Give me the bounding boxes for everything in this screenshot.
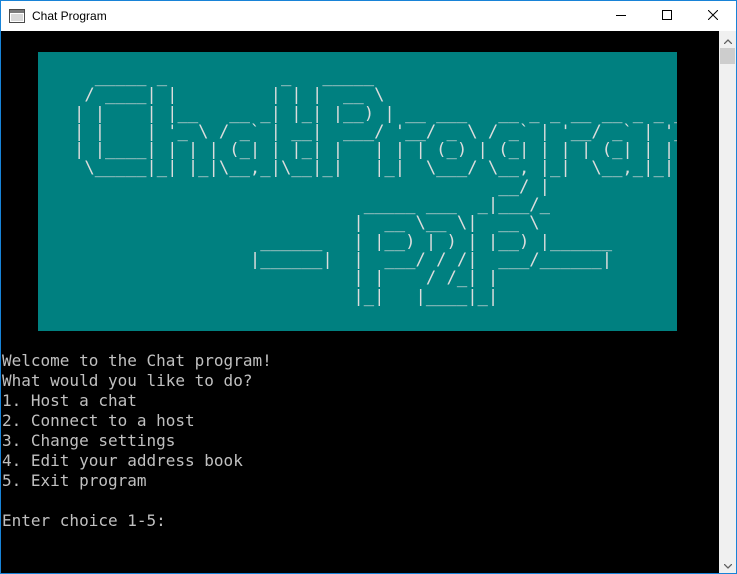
- console-window: Chat Program _____ _ _ _____ / ____| | |…: [0, 0, 737, 574]
- close-icon: [707, 7, 719, 25]
- banner-art: _____ _ _ _____ / ____| | | | | __ \ | |…: [74, 67, 677, 307]
- window-title: Chat Program: [32, 9, 107, 23]
- minimize-button[interactable]: [598, 1, 644, 31]
- console-app-icon: [9, 8, 25, 24]
- terminal-text: Welcome to the Chat program! What would y…: [2, 351, 272, 531]
- scroll-up-arrow-icon: [723, 31, 732, 49]
- minimize-icon: [616, 7, 626, 25]
- maximize-button[interactable]: [644, 1, 690, 31]
- ascii-art-banner: _____ _ _ _____ / ____| | | | | __ \ | |…: [38, 52, 677, 331]
- vertical-scrollbar[interactable]: [719, 31, 736, 573]
- terminal-line: Welcome to the Chat program!: [2, 351, 272, 370]
- close-button[interactable]: [690, 1, 736, 31]
- console-output[interactable]: _____ _ _ _____ / ____| | | | | __ \ | |…: [1, 31, 719, 573]
- terminal-line: Enter choice 1-5:: [2, 511, 166, 530]
- terminal-line: 5. Exit program: [2, 471, 147, 490]
- terminal-line: What would you like to do?: [2, 371, 253, 390]
- scroll-up-button[interactable]: [719, 31, 736, 48]
- scroll-down-button[interactable]: [719, 556, 736, 573]
- terminal-line: 4. Edit your address book: [2, 451, 243, 470]
- terminal-line: 1. Host a chat: [2, 391, 137, 410]
- terminal-line: 3. Change settings: [2, 431, 176, 450]
- scrollbar-thumb[interactable]: [720, 48, 735, 64]
- scroll-down-arrow-icon: [723, 556, 732, 574]
- terminal-line: 2. Connect to a host: [2, 411, 195, 430]
- title-bar[interactable]: Chat Program: [1, 1, 736, 31]
- maximize-icon: [662, 7, 672, 25]
